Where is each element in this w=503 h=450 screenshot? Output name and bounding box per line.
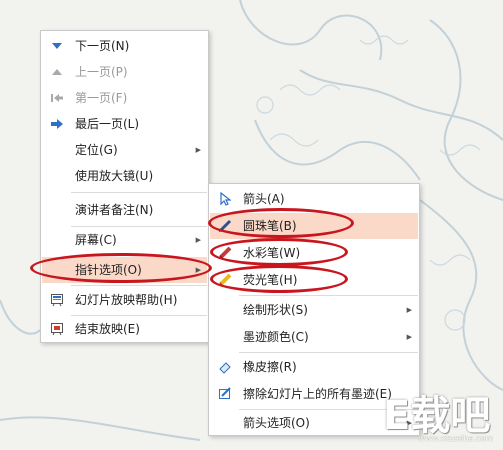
first-page-icon bbox=[42, 85, 72, 111]
menu-item-label: 橡皮擦(R) bbox=[243, 360, 297, 374]
menu-item-label: 屏幕(C) bbox=[75, 233, 117, 247]
menu-item-first-page[interactable]: 第一页(F) bbox=[42, 85, 207, 111]
arrow-pointer-icon bbox=[210, 186, 240, 212]
menu-item-slideshow-help[interactable]: 幻灯片放映帮助(H) bbox=[42, 287, 207, 313]
menu-item-label: 上一页(P) bbox=[75, 65, 128, 79]
eraser-icon bbox=[210, 354, 240, 380]
submenu-item-highlighter[interactable]: 荧光笔(H) bbox=[210, 267, 418, 293]
erase-all-ink-icon bbox=[210, 381, 240, 407]
menu-item-label: 下一页(N) bbox=[75, 39, 130, 53]
menu-separator bbox=[71, 192, 207, 193]
menu-item-label: 箭头(A) bbox=[243, 192, 285, 206]
felt-tip-pen-icon bbox=[210, 240, 240, 266]
end-show-icon bbox=[42, 316, 72, 342]
menu-item-label: 结束放映(E) bbox=[75, 322, 140, 336]
menu-item-label: 墨迹颜色(C) bbox=[243, 330, 309, 344]
submenu-item-ink-color[interactable]: 墨迹颜色(C) ▶ bbox=[210, 324, 418, 350]
menu-item-goto[interactable]: 定位(G) ▶ bbox=[42, 137, 207, 163]
menu-item-label: 演讲者备注(N) bbox=[75, 203, 154, 217]
watermark-url: www.xiazaiba.com bbox=[418, 434, 493, 443]
submenu-item-eraser[interactable]: 橡皮擦(R) bbox=[210, 354, 418, 380]
menu-item-last-page[interactable]: 最后一页(L) bbox=[42, 111, 207, 137]
menu-item-label: 圆珠笔(B) bbox=[243, 219, 297, 233]
arrow-up-icon bbox=[42, 59, 72, 85]
menu-item-label: 指针选项(O) bbox=[75, 263, 142, 277]
menu-item-previous-page[interactable]: 上一页(P) bbox=[42, 59, 207, 85]
submenu-arrow-icon: ▶ bbox=[406, 306, 412, 314]
ballpoint-pen-icon bbox=[210, 213, 240, 239]
last-page-icon bbox=[42, 111, 72, 137]
menu-item-label: 擦除幻灯片上的所有墨迹(E) bbox=[243, 387, 392, 401]
menu-item-label: 荧光笔(H) bbox=[243, 273, 298, 287]
menu-item-label: 箭头选项(O) bbox=[243, 416, 310, 430]
submenu-arrow-icon: ▶ bbox=[406, 333, 412, 341]
watermark-text: E载吧 bbox=[383, 393, 491, 439]
slideshow-help-icon bbox=[42, 287, 72, 313]
watermark-logo: E载吧 www.xiazaiba.com bbox=[377, 383, 497, 445]
submenu-item-ballpoint-pen[interactable]: 圆珠笔(B) bbox=[210, 213, 418, 239]
menu-item-label: 最后一页(L) bbox=[75, 117, 140, 131]
arrow-down-icon bbox=[42, 33, 72, 59]
menu-item-speaker-notes[interactable]: 演讲者备注(N) bbox=[42, 197, 207, 223]
menu-item-label: 定位(G) bbox=[75, 143, 118, 157]
menu-item-label: 水彩笔(W) bbox=[243, 246, 301, 260]
submenu-arrow-icon: ▶ bbox=[195, 266, 201, 274]
menu-separator bbox=[239, 352, 418, 353]
submenu-item-felt-tip-pen[interactable]: 水彩笔(W) bbox=[210, 240, 418, 266]
menu-item-label: 第一页(F) bbox=[75, 91, 128, 105]
submenu-arrow-icon: ▶ bbox=[195, 146, 201, 154]
menu-separator bbox=[71, 285, 207, 286]
menu-item-label: 幻灯片放映帮助(H) bbox=[75, 293, 178, 307]
submenu-arrow-icon: ▶ bbox=[195, 236, 201, 244]
highlighter-icon bbox=[210, 267, 240, 293]
menu-item-next-page[interactable]: 下一页(N) bbox=[42, 33, 207, 59]
submenu-item-draw-shape[interactable]: 绘制形状(S) ▶ bbox=[210, 297, 418, 323]
menu-item-screen[interactable]: 屏幕(C) ▶ bbox=[42, 227, 207, 253]
menu-item-end-show[interactable]: 结束放映(E) bbox=[42, 316, 207, 342]
menu-item-pointer-options[interactable]: 指针选项(O) ▶ bbox=[42, 257, 207, 283]
menu-item-label: 使用放大镜(U) bbox=[75, 169, 154, 183]
menu-item-magnifier[interactable]: 使用放大镜(U) bbox=[42, 163, 207, 189]
submenu-item-arrow[interactable]: 箭头(A) bbox=[210, 186, 418, 212]
slideshow-context-menu: 下一页(N) 上一页(P) 第一页(F) 最后一页(L) 定位(G) ▶ 使用放… bbox=[40, 30, 209, 343]
menu-item-label: 绘制形状(S) bbox=[243, 303, 308, 317]
menu-separator bbox=[239, 295, 418, 296]
